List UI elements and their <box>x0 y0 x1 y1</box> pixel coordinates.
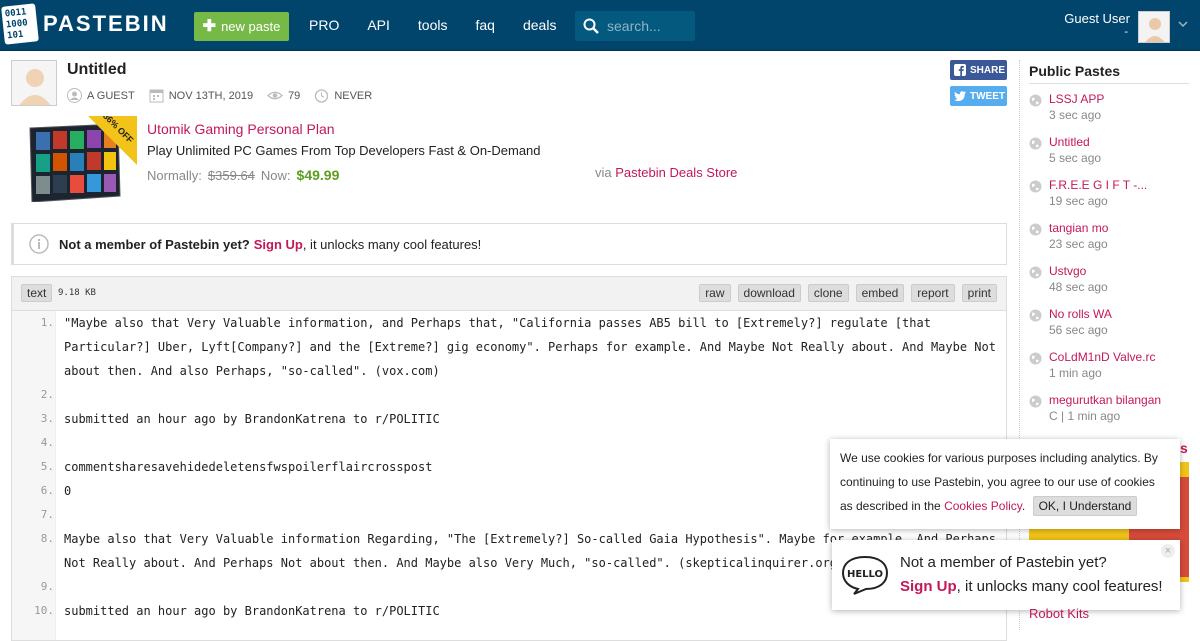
signup-popup: HELLO Not a member of Pastebin yet? Sign… <box>832 540 1180 610</box>
print-button[interactable]: print <box>961 284 997 302</box>
popup-signup-link[interactable]: Sign Up <box>900 578 957 595</box>
search-box <box>575 11 695 41</box>
nav-tools[interactable]: tools <box>418 17 448 33</box>
notice-signup-link[interactable]: Sign Up <box>254 237 303 252</box>
ad-new-price: $49.99 <box>296 167 340 183</box>
new-paste-button[interactable]: ✚ new paste <box>194 12 289 41</box>
clock-icon <box>315 89 329 103</box>
notice-rest: , it unlocks many cool features! <box>302 236 482 252</box>
sidebar-heading-peek: s <box>1180 440 1188 456</box>
list-item[interactable]: CoLdM1nD Valve.rc 1 min ago <box>1029 350 1199 393</box>
ad-old-price: $359.64 <box>207 167 255 183</box>
globe-icon <box>1029 266 1042 279</box>
cookie-ok-button[interactable]: OK, I Understand <box>1032 496 1138 516</box>
globe-icon <box>1029 352 1042 365</box>
code-toolbar: text 9.18 KB raw download clone embed re… <box>11 276 1007 311</box>
main-nav: PRO API tools faq deals <box>309 17 584 33</box>
search-input[interactable] <box>607 18 687 34</box>
popup-question: Not a member of Pastebin yet? <box>900 554 1107 571</box>
paste-tools: raw download clone embed report print <box>699 284 997 302</box>
ad-product-image[interactable]: 86% OFF <box>28 111 137 203</box>
code-line: 1. "Maybe also that Very Valuable inform… <box>40 316 1004 378</box>
nav-deals[interactable]: deals <box>523 17 556 33</box>
signup-notice: Not a member of Pastebin yet? Sign Up , … <box>11 223 1007 265</box>
globe-icon <box>1029 180 1042 193</box>
nav-faq[interactable]: faq <box>476 17 495 33</box>
hello-bubble-icon: HELLO <box>841 555 889 595</box>
globe-icon <box>1029 223 1042 236</box>
twitter-icon <box>954 90 966 101</box>
report-button[interactable]: report <box>911 284 955 302</box>
public-pastes-title: Public Pastes <box>1029 63 1121 79</box>
close-icon[interactable]: × <box>1161 544 1175 558</box>
logo-text: PASTEBIN <box>43 11 169 36</box>
list-item[interactable]: LSSJ APP 3 sec ago <box>1029 92 1199 135</box>
top-header: 0011 1000 101 PASTEBIN ✚ new paste PRO A… <box>0 0 1200 51</box>
public-pastes-list: LSSJ APP 3 sec ago Untitled 5 sec ago F.… <box>1029 92 1199 436</box>
ad-store-link[interactable]: Pastebin Deals Store <box>615 165 737 180</box>
paste-meta: A GUEST NOV 13TH, 2019 79 NEVER <box>67 88 386 103</box>
user-name: Guest User <box>1064 11 1130 26</box>
list-item[interactable]: Untitled 5 sec ago <box>1029 135 1199 178</box>
syntax-tag[interactable]: text <box>21 284 53 302</box>
cookie-banner: We use cookies for various purposes incl… <box>830 439 1180 529</box>
list-item[interactable]: tangian mo 23 sec ago <box>1029 221 1199 264</box>
twitter-tweet-button[interactable]: TWEET <box>950 86 1007 106</box>
nav-api[interactable]: API <box>367 17 390 33</box>
sidebar-robot-kits-link[interactable]: Robot Kits <box>1029 606 1089 621</box>
chevron-down-icon[interactable] <box>1177 18 1189 30</box>
avatar[interactable] <box>1138 11 1170 43</box>
list-item[interactable]: No rolls WA 56 sec ago <box>1029 307 1199 350</box>
facebook-icon <box>954 64 966 76</box>
pastebin-logo[interactable]: 0011 1000 101 PASTEBIN <box>1 3 169 45</box>
user-menu[interactable]: Guest User - <box>1062 11 1130 38</box>
nav-pro[interactable]: PRO <box>309 17 339 33</box>
embed-button[interactable]: embed <box>855 284 905 302</box>
ad-price: Normally: $359.64 Now: $49.99 <box>147 167 340 183</box>
meta-views: 79 <box>267 88 300 103</box>
ad-via: via Pastebin Deals Store <box>595 165 738 180</box>
search-icon[interactable] <box>583 18 599 34</box>
globe-icon <box>1029 309 1042 322</box>
paste-size: 9.18 KB <box>58 288 96 298</box>
notice-question: Not a member of Pastebin yet? <box>59 236 250 252</box>
new-paste-label: new paste <box>221 19 281 34</box>
sidebar-title-rule <box>1029 83 1189 84</box>
plus-icon: ✚ <box>202 17 217 35</box>
ad-subtitle: Play Unlimited PC Games From Top Develop… <box>147 143 541 158</box>
meta-date: NOV 13TH, 2019 <box>149 88 253 103</box>
user-sub: - <box>1124 26 1128 38</box>
ad-title-link[interactable]: Utomik Gaming Personal Plan <box>147 121 335 137</box>
meta-author[interactable]: A GUEST <box>67 88 135 103</box>
facebook-share-button[interactable]: SHARE <box>950 60 1007 80</box>
raw-button[interactable]: raw <box>699 284 731 302</box>
globe-icon <box>1029 395 1042 408</box>
list-item[interactable]: F.R.E.E G I F T -... 19 sec ago <box>1029 178 1199 221</box>
svg-text:HELLO: HELLO <box>847 569 883 580</box>
logo-icon: 0011 1000 101 <box>1 3 39 45</box>
cookies-policy-link[interactable]: Cookies Policy <box>944 499 1022 513</box>
info-icon <box>29 234 49 254</box>
list-item[interactable]: Ustvgo 48 sec ago <box>1029 264 1199 307</box>
meta-expiry: NEVER <box>314 88 372 103</box>
eye-icon <box>267 91 284 100</box>
clone-button[interactable]: clone <box>807 284 849 302</box>
paste-title: Untitled <box>67 61 127 78</box>
calendar-icon <box>149 89 164 103</box>
list-item[interactable]: megurutkan bilangan C | 1 min ago <box>1029 393 1199 436</box>
download-button[interactable]: download <box>737 284 801 302</box>
globe-icon <box>1029 94 1042 107</box>
popup-line2: Sign Up, it unlocks many cool features! <box>900 578 1163 595</box>
user-icon <box>67 88 82 103</box>
paste-author-avatar <box>11 60 57 106</box>
globe-icon <box>1029 137 1042 150</box>
